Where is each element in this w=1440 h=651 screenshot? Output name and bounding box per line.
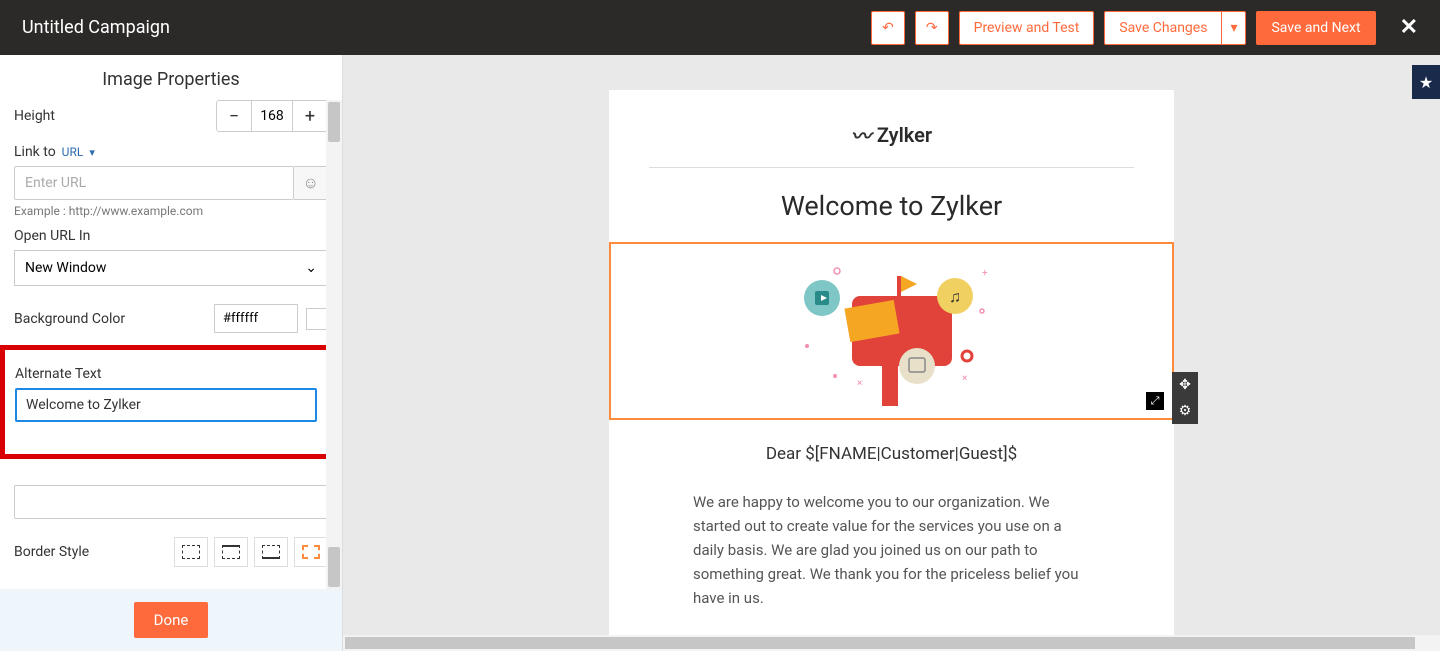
chevron-down-icon[interactable]: ▾ bbox=[89, 146, 95, 159]
email-greeting: Dear $[FNAME|Customer|Guest]$ bbox=[609, 444, 1174, 464]
redo-button[interactable]: ↷ bbox=[915, 11, 949, 45]
url-input[interactable] bbox=[14, 166, 294, 200]
sidebar-scrollbar-thumb[interactable] bbox=[328, 102, 340, 142]
save-changes-dropdown-button[interactable]: ▾ bbox=[1221, 11, 1246, 45]
email-preview: 〰 Zylker Welcome to Zylker ♫ bbox=[609, 90, 1174, 650]
svg-text:♫: ♫ bbox=[949, 287, 961, 306]
url-addon-button[interactable]: ☺ bbox=[294, 166, 328, 200]
alt-text-label: Alternate Text bbox=[15, 366, 317, 382]
svg-text:+: + bbox=[982, 268, 988, 279]
chevron-down-icon: ⌄ bbox=[305, 260, 317, 276]
divider bbox=[649, 167, 1134, 168]
svg-text:×: × bbox=[857, 378, 862, 389]
top-bar-actions: ↶ ↷ Preview and Test Save Changes ▾ Save… bbox=[871, 11, 1418, 45]
height-increment-button[interactable]: + bbox=[293, 101, 327, 131]
expand-icon[interactable]: ⤢ bbox=[1146, 392, 1164, 410]
height-value[interactable]: 168 bbox=[251, 101, 293, 131]
border-option-bottom[interactable] bbox=[254, 537, 288, 567]
bg-color-row: Background Color bbox=[14, 304, 328, 333]
title-group: Title bbox=[14, 463, 328, 519]
open-url-group: Open URL In New Window ⌄ bbox=[14, 228, 328, 286]
done-button[interactable]: Done bbox=[134, 602, 209, 638]
save-changes-group: Save Changes ▾ bbox=[1104, 11, 1246, 45]
block-tools: ✥ ⚙ bbox=[1172, 372, 1198, 424]
email-body-text: We are happy to welcome you to our organ… bbox=[609, 490, 1174, 610]
url-input-row: ☺ bbox=[14, 166, 328, 200]
border-style-label: Border Style bbox=[14, 544, 89, 560]
sidebar-footer: Done bbox=[0, 589, 342, 651]
selected-image-block[interactable]: ♫ × × + ⤢ ✥ ⚙ bbox=[609, 242, 1174, 420]
open-url-value: New Window bbox=[25, 260, 106, 276]
link-to-text: Link to bbox=[14, 144, 56, 160]
border-option-none[interactable] bbox=[294, 537, 328, 567]
brand-logo: 〰 Zylker bbox=[609, 120, 1174, 149]
move-block-button[interactable]: ✥ bbox=[1172, 372, 1198, 398]
height-row: Height − 168 + bbox=[14, 100, 328, 132]
favorites-tab[interactable]: ★ bbox=[1412, 65, 1440, 99]
link-to-group: Link to URL ▾ ☺ Example : http://www.exa… bbox=[14, 144, 328, 218]
open-url-select[interactable]: New Window ⌄ bbox=[14, 250, 328, 286]
alt-text-highlight: Alternate Text bbox=[0, 345, 332, 459]
height-decrement-button[interactable]: − bbox=[217, 101, 251, 131]
panel-body: Height − 168 + Link to URL ▾ ☺ Example :… bbox=[0, 100, 342, 589]
person-icon: ☺ bbox=[302, 173, 318, 193]
brand-mark-icon: 〰 bbox=[851, 120, 871, 149]
bg-color-swatch[interactable] bbox=[306, 308, 328, 330]
open-url-label: Open URL In bbox=[14, 228, 328, 244]
email-heading: Welcome to Zylker bbox=[609, 190, 1174, 222]
height-label: Height bbox=[14, 108, 55, 124]
panel-title: Image Properties bbox=[0, 55, 342, 100]
top-bar: Untitled Campaign ↶ ↷ Preview and Test S… bbox=[0, 0, 1440, 55]
close-icon[interactable]: ✕ bbox=[1400, 15, 1418, 40]
sidebar-scrollbar-thumb[interactable] bbox=[328, 547, 340, 587]
svg-text:×: × bbox=[962, 373, 967, 384]
undo-button[interactable]: ↶ bbox=[871, 11, 905, 45]
border-style-row: Border Style bbox=[14, 537, 328, 567]
canvas-horizontal-scrollbar[interactable] bbox=[343, 635, 1440, 651]
border-option-all[interactable] bbox=[174, 537, 208, 567]
preview-and-test-button[interactable]: Preview and Test bbox=[959, 11, 1095, 45]
mailbox-illustration: ♫ × × + bbox=[787, 256, 997, 406]
campaign-title: Untitled Campaign bbox=[22, 17, 170, 38]
height-stepper: − 168 + bbox=[216, 100, 328, 132]
border-style-options bbox=[174, 537, 328, 567]
bg-color-label: Background Color bbox=[14, 311, 125, 327]
link-to-type[interactable]: URL bbox=[62, 145, 84, 159]
save-changes-button[interactable]: Save Changes bbox=[1104, 11, 1221, 45]
border-option-top[interactable] bbox=[214, 537, 248, 567]
save-and-next-button[interactable]: Save and Next bbox=[1256, 11, 1375, 45]
alt-text-input[interactable] bbox=[15, 388, 317, 422]
sidebar-scrollbar[interactable] bbox=[326, 100, 342, 589]
url-example-hint: Example : http://www.example.com bbox=[14, 204, 328, 218]
bg-color-input[interactable] bbox=[214, 304, 298, 333]
settings-block-button[interactable]: ⚙ bbox=[1172, 398, 1198, 424]
brand-name: Zylker bbox=[877, 123, 932, 147]
canvas-scrollbar-thumb[interactable] bbox=[345, 637, 1415, 649]
title-input[interactable] bbox=[14, 485, 328, 519]
email-canvas[interactable]: 〰 Zylker Welcome to Zylker ♫ bbox=[343, 55, 1440, 651]
bg-color-controls bbox=[214, 304, 328, 333]
properties-sidebar: Image Properties Height − 168 + Link to … bbox=[0, 55, 343, 651]
link-to-label: Link to URL ▾ bbox=[14, 144, 328, 160]
